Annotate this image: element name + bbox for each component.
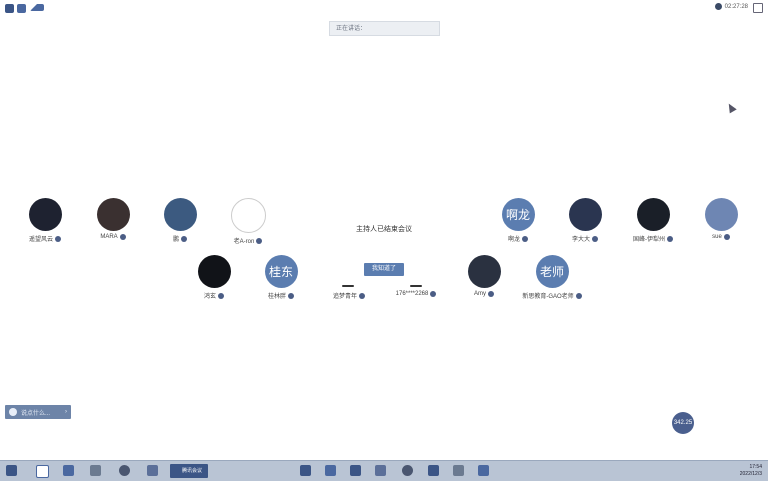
participant-name: 李大大 <box>571 237 590 243</box>
app-icon[interactable] <box>119 465 130 476</box>
participant-tile[interactable]: 老师新思教育-GAO老师 <box>507 255 597 300</box>
app-icon[interactable] <box>300 465 311 476</box>
avatar <box>163 198 197 231</box>
participant-name: sue <box>712 234 722 240</box>
app-icon[interactable] <box>36 465 49 478</box>
meeting-ended-message: 主持人已结束会议 <box>356 226 412 233</box>
app-icon[interactable] <box>428 465 439 476</box>
participant-name: 新思教育-GAO老师 <box>522 294 574 300</box>
zoom-indicator[interactable]: 342.25 <box>672 412 694 434</box>
avatar <box>467 255 501 288</box>
avatar <box>28 198 62 231</box>
timer-text: 02:27:28 <box>724 3 748 10</box>
participant-name: 啊龙 <box>507 237 520 243</box>
avatar-placeholder <box>410 285 422 287</box>
app-icon[interactable] <box>325 465 336 476</box>
home-icon[interactable] <box>5 4 14 13</box>
mic-status-icon <box>55 235 61 242</box>
avatar-placeholder <box>342 285 354 287</box>
app-icon[interactable] <box>147 465 158 476</box>
avatar <box>636 198 670 231</box>
mic-status-icon <box>667 235 673 242</box>
shield-icon <box>17 4 26 13</box>
participant-name: 国峰-伊犁州 <box>633 237 665 243</box>
participant-tile[interactable]: 老A-ron <box>203 198 293 245</box>
avatar <box>230 198 266 233</box>
avatar <box>197 255 231 288</box>
mouse-cursor-icon <box>725 101 737 114</box>
participant-name-row: sue <box>676 234 766 240</box>
clock-time: 17:54 <box>749 464 762 470</box>
participant-name: 176****2268 <box>395 291 429 297</box>
confirm-button[interactable]: 我知道了 <box>364 263 404 276</box>
start-icon[interactable] <box>6 465 17 476</box>
avatar: 桂东 <box>264 255 298 288</box>
app-icon[interactable] <box>90 465 101 476</box>
system-clock[interactable]: 17:54 2022/12/3 <box>740 464 762 478</box>
mic-status-icon <box>359 292 365 299</box>
app-icon[interactable] <box>453 465 464 476</box>
mic-status-icon <box>288 292 294 299</box>
participant-tile[interactable]: sue <box>676 198 766 240</box>
mic-status-icon <box>575 292 582 299</box>
participant-name-row: 新思教育-GAO老师 <box>507 291 597 300</box>
participant-name: 追梦青年 <box>332 294 357 300</box>
mic-status-icon <box>218 292 224 299</box>
speaking-banner: 正在讲话： <box>329 21 440 36</box>
app-icon[interactable] <box>350 465 361 476</box>
mic-status-icon <box>119 234 126 240</box>
mic-status-icon <box>256 237 263 244</box>
smile-icon[interactable] <box>9 408 17 416</box>
participant-name: Amy <box>474 291 486 297</box>
taskbar-app-meeting[interactable]: 腾讯会议 <box>170 464 208 478</box>
signal-icon <box>30 4 44 11</box>
taskbar: 腾讯会议 17:54 2022/12/3 <box>0 460 768 481</box>
fullscreen-icon[interactable] <box>753 3 763 13</box>
participant-name-row: 老A-ron <box>203 236 293 245</box>
mic-status-icon <box>522 235 528 242</box>
participant-name: 鹏 <box>172 237 179 243</box>
participant-name: 鸿玄 <box>203 294 216 300</box>
meeting-timer: 02:27:28 <box>714 3 748 10</box>
avatar: 啊龙 <box>501 198 535 231</box>
participant-name: MARA <box>100 234 118 240</box>
app-icon[interactable] <box>63 465 74 476</box>
avatar: 老师 <box>535 255 569 288</box>
participant-name: 桂林胖 <box>267 294 286 300</box>
participant-name: 遥望风云 <box>28 237 53 243</box>
timer-icon <box>714 3 722 10</box>
chat-input[interactable]: 说点什么... › <box>5 405 71 419</box>
chat-placeholder: 说点什么... <box>21 410 51 417</box>
avatar <box>96 198 130 231</box>
mic-status-icon <box>181 235 187 242</box>
participant-name: 老A-ron <box>233 239 255 245</box>
clock-date: 2022/12/3 <box>739 471 762 477</box>
mic-status-icon <box>430 291 437 297</box>
avatar <box>568 198 602 231</box>
app-icon[interactable] <box>402 465 413 476</box>
mic-status-icon <box>723 234 730 240</box>
app-icon[interactable] <box>478 465 489 476</box>
app-icon[interactable] <box>375 465 386 476</box>
mic-status-icon <box>488 291 494 297</box>
send-icon[interactable]: › <box>65 409 67 415</box>
mic-status-icon <box>592 235 598 242</box>
avatar <box>704 198 738 231</box>
